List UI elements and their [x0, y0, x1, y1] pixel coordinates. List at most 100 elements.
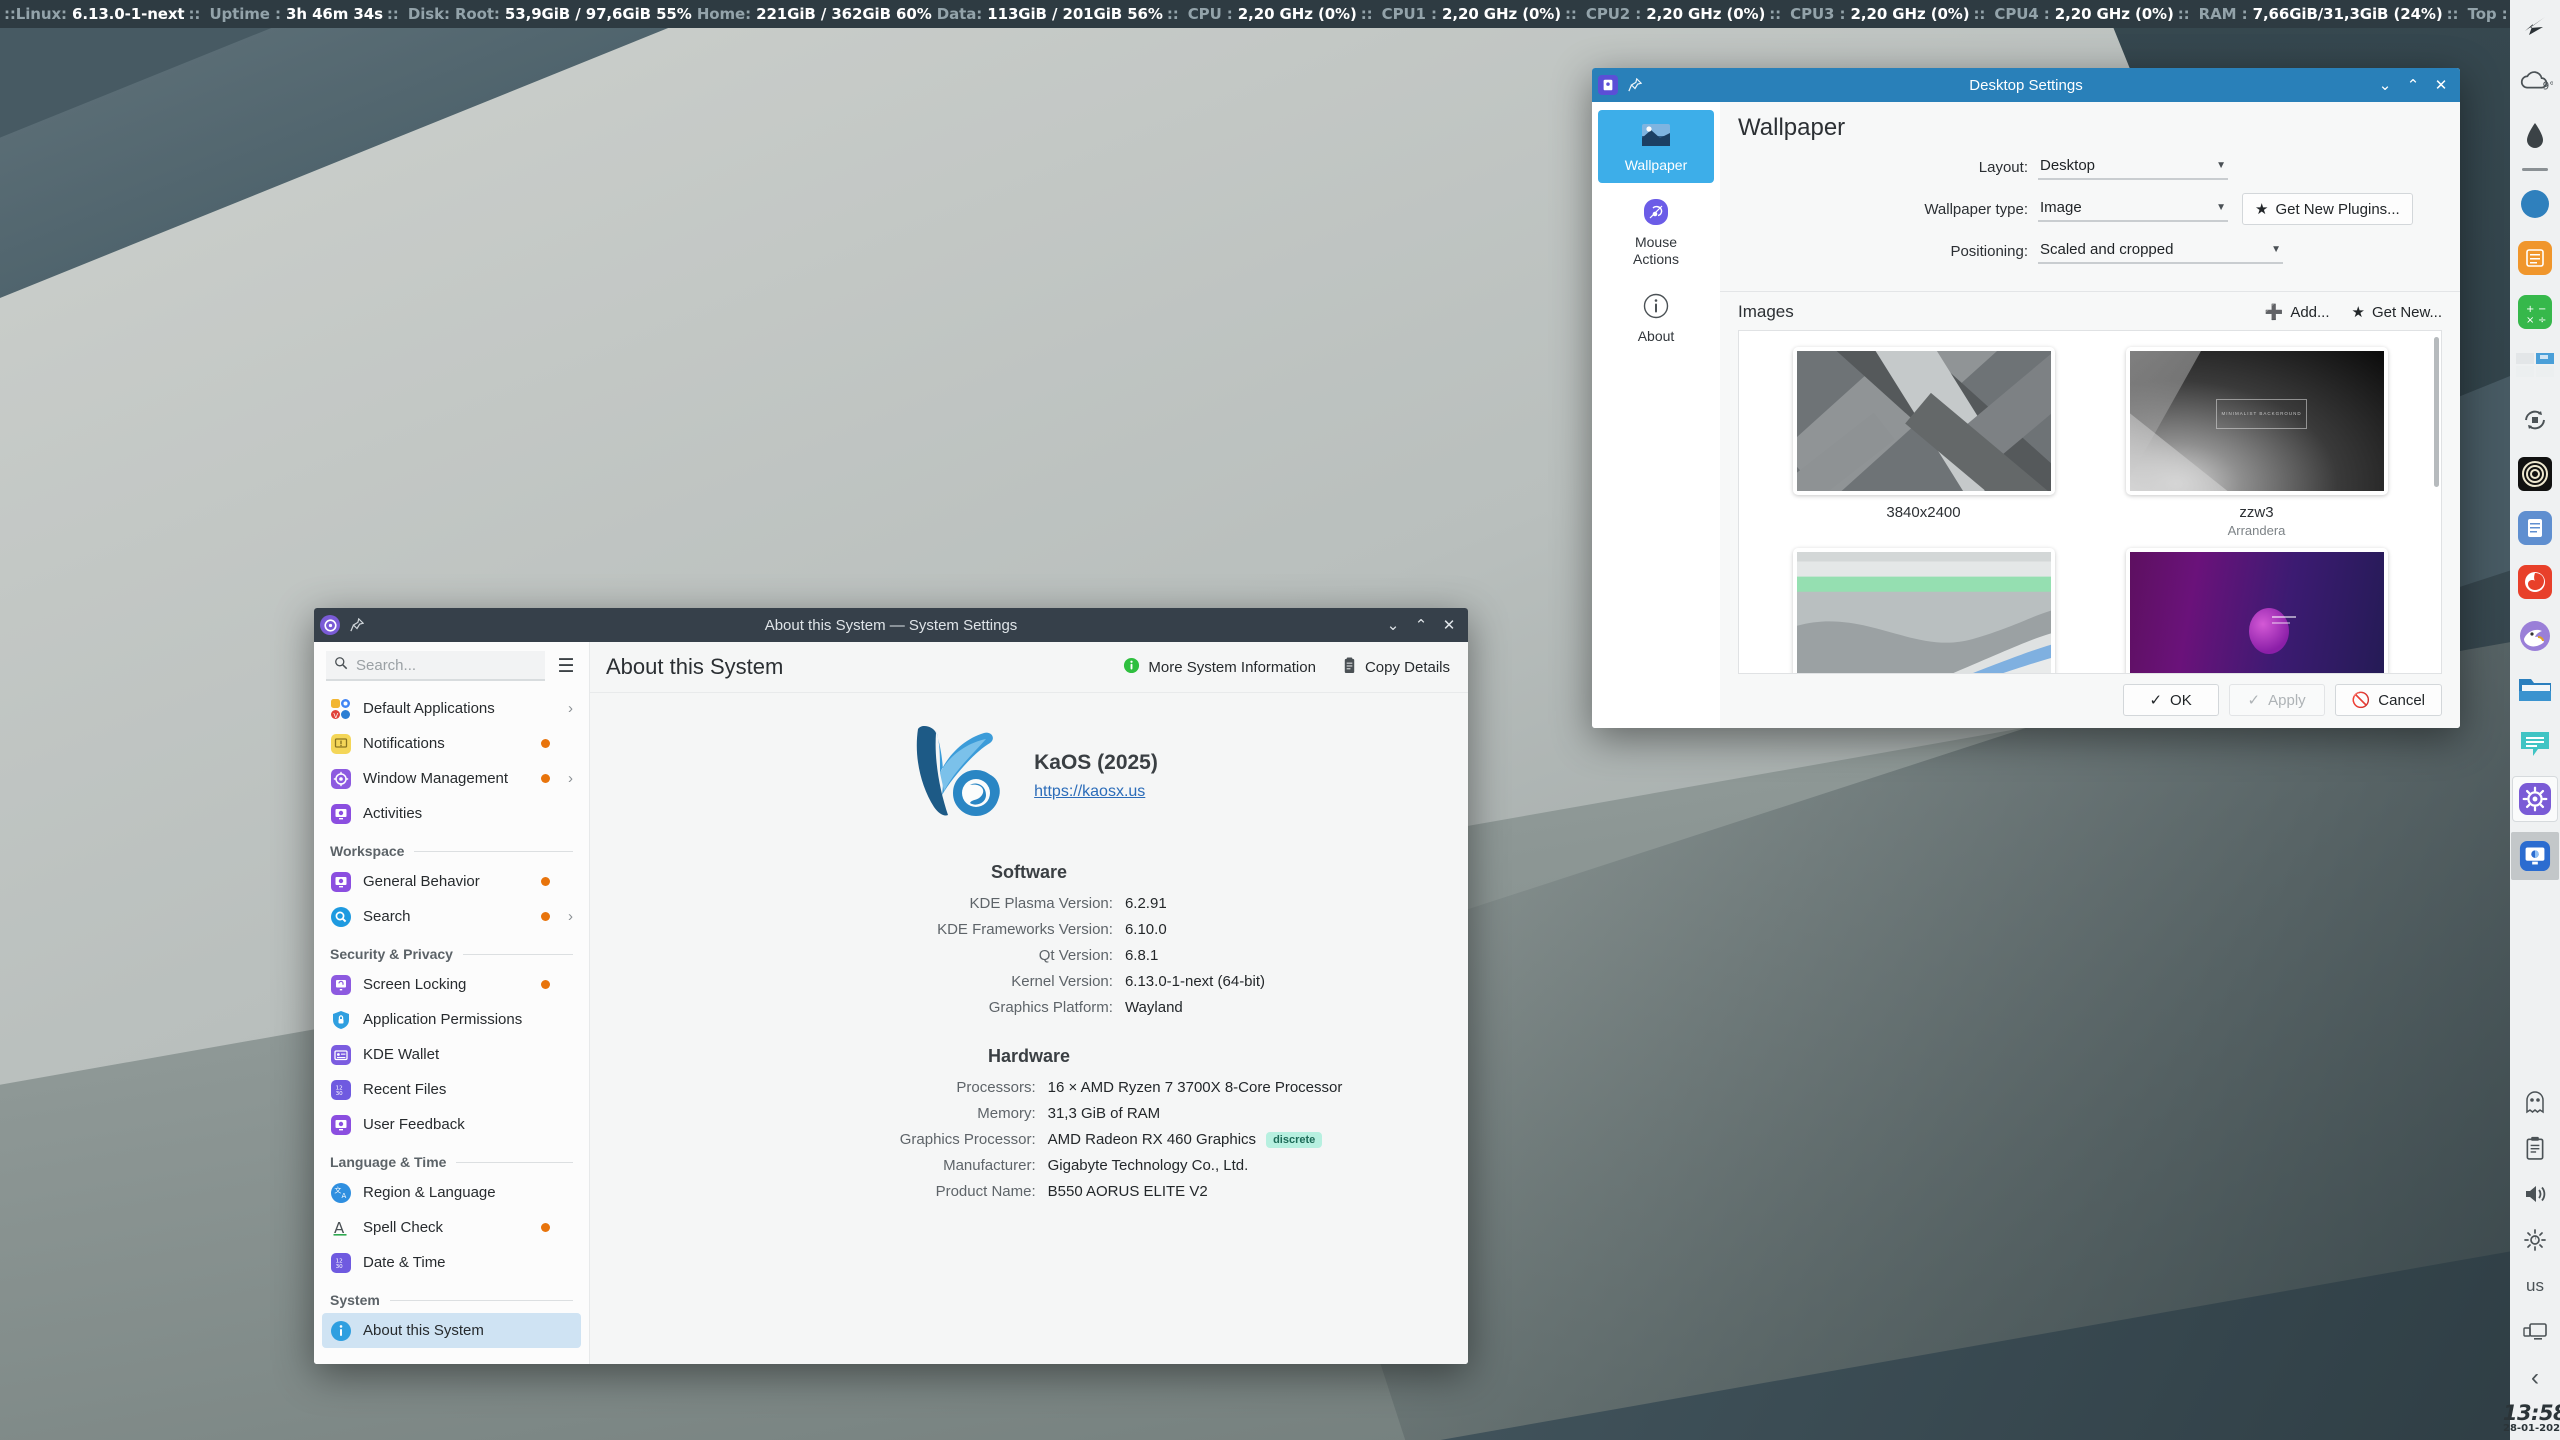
ghost-icon[interactable] — [2518, 1085, 2552, 1119]
distro-url-link[interactable]: https://kaosx.us — [1034, 783, 1158, 801]
positioning-combobox[interactable]: Scaled and cropped ▼ — [2038, 238, 2283, 264]
sidebar-item-label: KDE Wallet — [363, 1046, 550, 1063]
search-icon — [330, 906, 352, 928]
apply-button[interactable]: ✓ Apply — [2229, 684, 2325, 716]
keyboard-layout-indicator[interactable]: us — [2518, 1269, 2552, 1303]
file-manager-icon[interactable] — [2513, 668, 2557, 712]
dock-separator — [2522, 168, 2548, 171]
sidebar-item-region-language[interactable]: 文ARegion & Language — [322, 1175, 581, 1210]
svg-text:+: + — [2526, 304, 2534, 315]
clock-widget[interactable]: 13:58 28-01-2025 — [2503, 1401, 2560, 1440]
window-tiles-icon[interactable] — [2513, 344, 2557, 388]
sync-icon[interactable] — [2513, 398, 2557, 442]
blue-document-icon[interactable] — [2513, 506, 2557, 550]
sidebar-item-window-management[interactable]: Window Management› — [322, 761, 581, 796]
pin-icon[interactable] — [348, 616, 366, 634]
target-rings-icon[interactable] — [2513, 452, 2557, 496]
search-input[interactable]: Search... — [326, 651, 545, 681]
sidebar-item-date-time[interactable]: 1230Date & Time — [322, 1245, 581, 1280]
close-button[interactable]: ✕ — [2434, 78, 2448, 93]
distro-banner: KaOS (2025) https://kaosx.us — [900, 721, 1158, 830]
sidebar-item-spell-check[interactable]: ASpell Check — [322, 1210, 581, 1245]
system-settings-titlebar[interactable]: About this System — System Settings ⌄ ⌃ … — [314, 608, 1468, 642]
firefox-icon[interactable] — [2513, 560, 2557, 604]
sidebar-item-activities[interactable]: Activities — [322, 796, 581, 831]
clipboard-icon[interactable] — [2518, 1131, 2552, 1165]
wallpaper-grid-scrollbar[interactable] — [2434, 337, 2439, 487]
green-calculator-icon[interactable]: + − × ÷ — [2513, 290, 2557, 334]
detail-key: Graphics Platform: — [793, 999, 1113, 1016]
software-section-title: Software — [991, 862, 1067, 883]
sidebar-item-user-feedback[interactable]: User Feedback — [322, 1107, 581, 1142]
maximize-button[interactable]: ⌃ — [1414, 618, 1428, 633]
desktop-settings-icon[interactable] — [2511, 832, 2559, 880]
feedback-icon — [330, 1114, 352, 1136]
close-button[interactable]: ✕ — [1442, 618, 1456, 633]
wallpaper-thumbnail[interactable] — [2126, 548, 2388, 674]
expand-tray-arrow-icon[interactable]: ‹ — [2518, 1361, 2552, 1395]
detail-value: 6.8.1 — [1125, 947, 1265, 964]
pin-icon[interactable] — [1626, 76, 1644, 94]
system-settings-sidebar[interactable]: Search... ☰ VDefault Applications›Notifi… — [314, 642, 590, 1364]
sidebar-item-kde-wallet[interactable]: KDE Wallet — [322, 1037, 581, 1072]
hamburger-menu-icon[interactable]: ☰ — [553, 653, 579, 679]
orange-notes-icon[interactable] — [2513, 236, 2557, 280]
system-settings-main: About this System More System Informatio… — [590, 642, 1468, 1364]
ds-nav-mouse-actions[interactable]: Mouse Actions — [1598, 187, 1714, 277]
cancel-button[interactable]: 🚫 Cancel — [2335, 684, 2442, 716]
settings-gear-icon[interactable] — [2512, 776, 2558, 822]
get-new-plugins-button[interactable]: ★ Get New Plugins... — [2242, 193, 2413, 225]
sidebar-item-about-this-system[interactable]: About this System — [322, 1313, 581, 1348]
positioning-row: Positioning: Scaled and cropped ▼ — [1738, 238, 2442, 264]
thunderbird-icon[interactable] — [2513, 614, 2557, 658]
wallpaper-thumbnail[interactable]: MINIMALIST BACKGROUND — [2126, 347, 2388, 495]
ds-nav-about[interactable]: About — [1598, 281, 1714, 354]
weather-icon[interactable]: 9° — [2513, 59, 2557, 103]
svg-text:V: V — [333, 712, 338, 719]
svg-text:×: × — [2526, 315, 2534, 326]
settings-module-list[interactable]: VDefault Applications›NotificationsWindo… — [314, 691, 589, 1364]
ds-nav-wallpaper[interactable]: Wallpaper — [1598, 110, 1714, 183]
volume-icon[interactable] — [2518, 1177, 2552, 1211]
wallpaper-item[interactable] — [2098, 548, 2415, 674]
sidebar-item-application-permissions[interactable]: Application Permissions — [322, 1002, 581, 1037]
desktop-settings-titlebar[interactable]: Desktop Settings ⌄ ⌃ ✕ — [1592, 68, 2460, 102]
wallpaper-thumbnail[interactable] — [1793, 548, 2055, 674]
system-settings-window[interactable]: About this System — System Settings ⌄ ⌃ … — [314, 608, 1468, 1364]
get-new-wallpapers-button[interactable]: ★ Get New... — [2352, 303, 2442, 321]
wallpaper-type-combobox[interactable]: Image ▼ — [2038, 196, 2228, 222]
wallpaper-grid-container[interactable]: 3840x2400 MINIMALIST BACKGROUND — [1738, 330, 2442, 674]
detail-value-text: 16 × AMD Ryzen 7 3700X 8-Core Processor — [1048, 1079, 1343, 1096]
sidebar-item-notifications[interactable]: Notifications — [322, 726, 581, 761]
more-system-information-button[interactable]: More System Information — [1123, 657, 1316, 678]
sidebar-item-default-applications[interactable]: VDefault Applications› — [322, 691, 581, 726]
sidebar-item-general-behavior[interactable]: General Behavior — [322, 864, 581, 899]
maximize-button[interactable]: ⌃ — [2406, 78, 2420, 93]
layout-combobox[interactable]: Desktop ▼ — [2038, 154, 2228, 180]
detail-value: AMD Radeon RX 460 Graphicsdiscrete — [1048, 1131, 1343, 1148]
right-dock-panel[interactable]: 9° + − × ÷ — [2510, 0, 2560, 1440]
wallpaper-item[interactable] — [1765, 548, 2082, 674]
minimize-button[interactable]: ⌄ — [1386, 618, 1400, 633]
minimize-button[interactable]: ⌄ — [2378, 78, 2392, 93]
check-icon: ✓ — [2248, 691, 2261, 709]
wallpaper-thumbnail[interactable] — [1793, 347, 2055, 495]
ok-button[interactable]: ✓ OK — [2123, 684, 2219, 716]
sidebar-item-screen-locking[interactable]: Screen Locking — [322, 967, 581, 1002]
display-icon[interactable] — [2518, 1315, 2552, 1349]
sidebar-item-recent-files[interactable]: 1230Recent Files — [322, 1072, 581, 1107]
brightness-icon[interactable] — [2518, 1223, 2552, 1257]
water-drop-icon[interactable] — [2513, 113, 2557, 157]
blue-circle-icon[interactable] — [2513, 182, 2557, 226]
kde-k-icon[interactable] — [2513, 5, 2557, 49]
unread-indicator-dot — [541, 980, 550, 989]
messages-icon[interactable] — [2513, 722, 2557, 766]
desktop-settings-window[interactable]: Desktop Settings ⌄ ⌃ ✕ Wallpaper — [1592, 68, 2460, 728]
add-image-button[interactable]: ➕ Add... — [2265, 303, 2330, 321]
wallpaper-item[interactable]: 3840x2400 — [1765, 347, 2082, 538]
wallpaper-item[interactable]: MINIMALIST BACKGROUND zzw3 Arrandera — [2098, 347, 2415, 538]
sidebar-item-search[interactable]: Search› — [322, 899, 581, 934]
copy-details-button[interactable]: Copy Details — [1342, 657, 1450, 678]
wallpaper-type-row: Wallpaper type: Image ▼ ★ Get New Plugin… — [1738, 193, 2442, 225]
desktop-settings-sidebar[interactable]: Wallpaper Mouse Actions — [1592, 102, 1720, 728]
